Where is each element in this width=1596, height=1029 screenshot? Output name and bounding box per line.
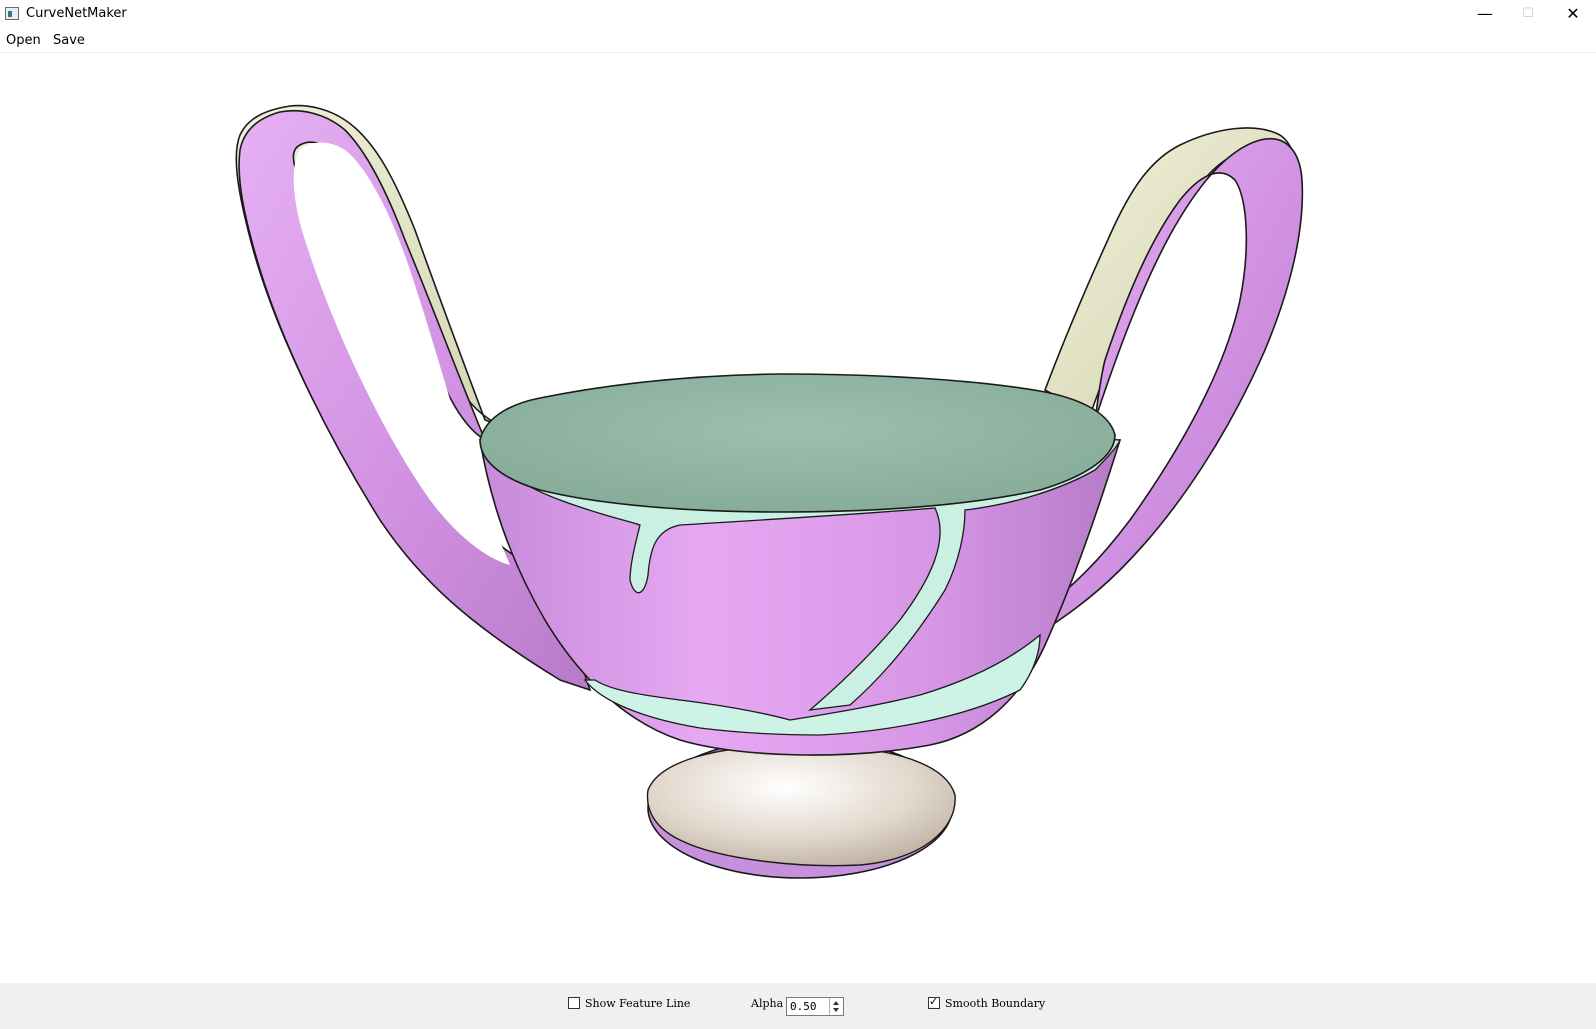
close-button[interactable]: ✕	[1550, 0, 1596, 30]
kylix-model	[235, 104, 1304, 879]
minimize-button[interactable]: —	[1462, 0, 1508, 30]
menu-bar: Open Save	[0, 30, 1596, 53]
title-bar: CurveNetMaker — ☐ ✕	[0, 0, 1596, 30]
maximize-button[interactable]: ☐	[1505, 0, 1551, 30]
alpha-label: Alpha	[751, 997, 784, 1010]
menu-open[interactable]: Open	[6, 33, 41, 48]
menu-save[interactable]: Save	[53, 33, 85, 48]
smooth-boundary-label[interactable]: Smooth Boundary	[945, 997, 1045, 1010]
alpha-spin-arrows[interactable]	[829, 998, 843, 1015]
window-title: CurveNetMaker	[26, 6, 127, 21]
3d-viewport[interactable]	[0, 53, 1596, 983]
spin-down-icon[interactable]	[833, 1008, 839, 1012]
show-feature-line-label[interactable]: Show Feature Line	[585, 997, 690, 1010]
spin-up-icon[interactable]	[833, 1001, 839, 1005]
alpha-value[interactable]: 0.50	[790, 1000, 817, 1013]
app-icon	[5, 7, 19, 20]
smooth-boundary-checkbox[interactable]	[928, 995, 940, 1009]
show-feature-line-checkbox[interactable]	[568, 997, 580, 1009]
alpha-spinbox[interactable]: 0.50	[786, 997, 844, 1016]
bowl-top-face	[479, 373, 1116, 513]
